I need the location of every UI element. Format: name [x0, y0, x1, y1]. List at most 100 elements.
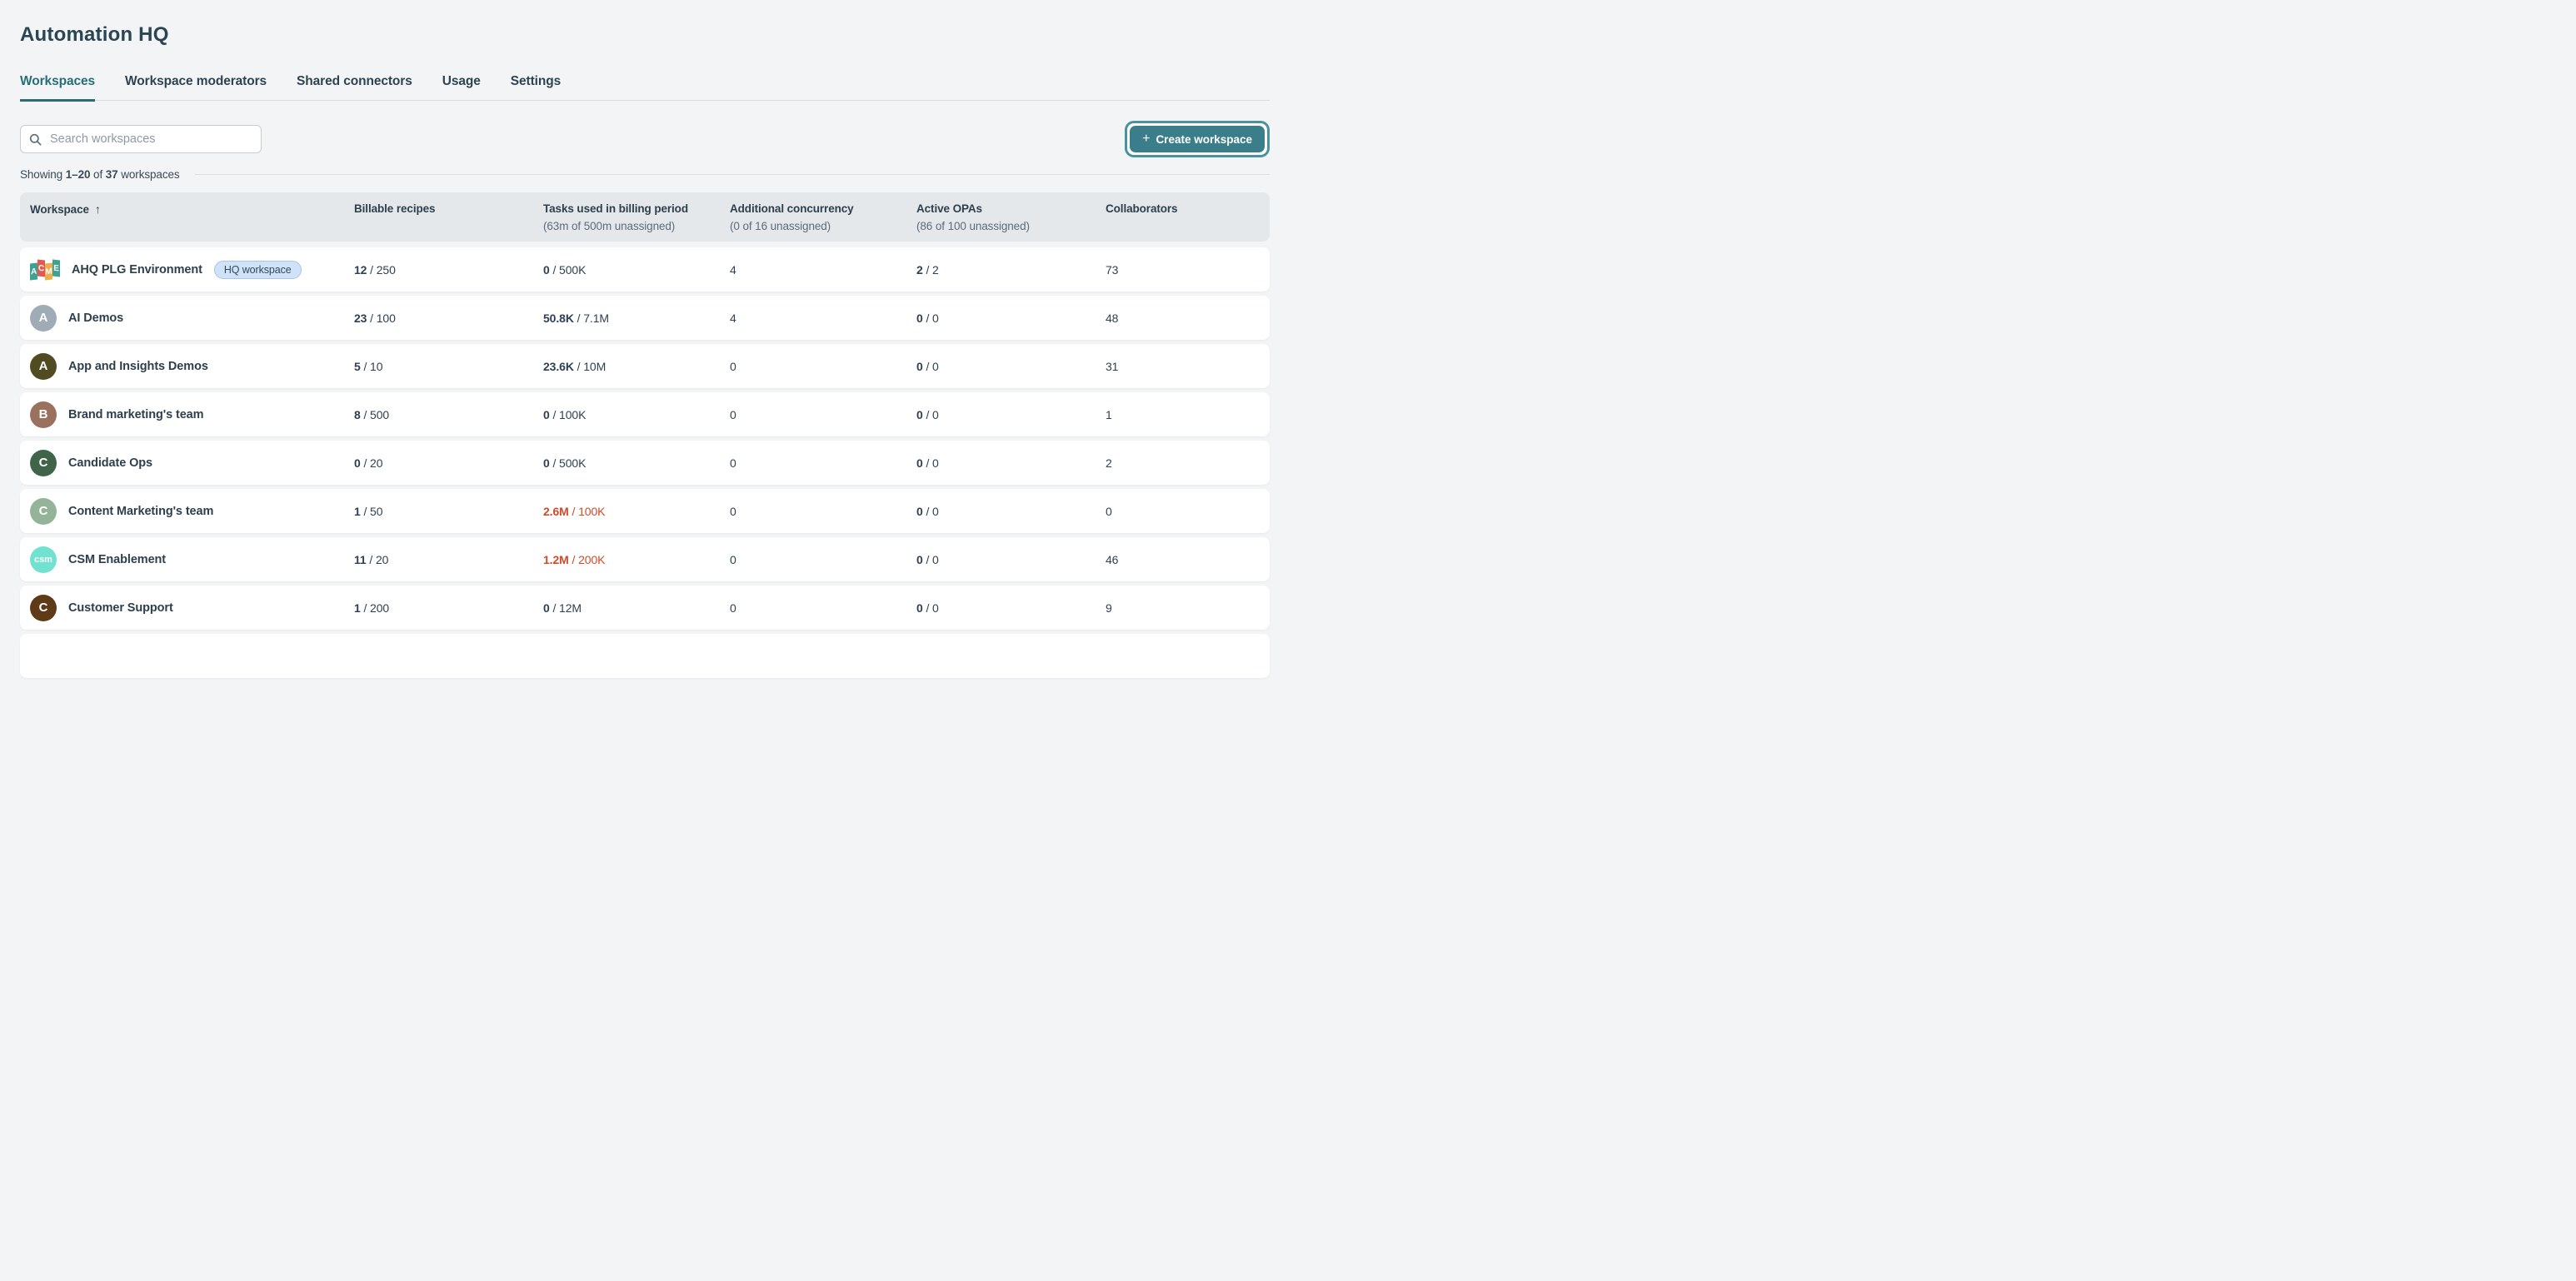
collaborators-cell: 1 [1106, 408, 1270, 421]
plus-icon: + [1142, 132, 1150, 146]
workspace-name[interactable]: Candidate Ops [68, 456, 152, 470]
table-row[interactable]: CCandidate Ops0 / 200 / 500K00 / 02 [20, 441, 1270, 485]
column-sublabel-concurrency: (0 of 16 unassigned) [730, 220, 916, 233]
workspace-cell: C Customer Support [30, 595, 354, 621]
collaborators-cell: 73 [1106, 263, 1270, 277]
column-label-concurrency: Additional concurrency [730, 202, 916, 216]
concurrency-cell: 4 [730, 263, 916, 277]
table-row[interactable]: BBrand marketing's team8 / 5000 / 100K00… [20, 392, 1270, 436]
tab-workspace-moderators[interactable]: Workspace moderators [125, 74, 267, 100]
create-workspace-button[interactable]: + Create workspace [1130, 126, 1265, 152]
table-row[interactable]: ACMEAHQ PLG EnvironmentHQ workspace12 / … [20, 247, 1270, 292]
tab-usage[interactable]: Usage [442, 74, 481, 100]
workspace-name[interactable]: AI Demos [68, 312, 123, 325]
column-header-billable[interactable]: Billable recipes [354, 202, 543, 216]
summary-total: 37 [106, 168, 118, 181]
concurrency-cell: 0 [730, 456, 916, 470]
tab-settings[interactable]: Settings [511, 74, 561, 100]
workspace-name[interactable]: Customer Support [68, 601, 173, 615]
workspace-avatar: csm [30, 546, 57, 573]
workspace-cell: AAI Demos [30, 305, 354, 331]
column-label-tasks: Tasks used in billing period [543, 202, 730, 216]
workspaces-table: Workspace↑Billable recipesTasks used in … [20, 192, 1270, 678]
workspace-avatar: A [30, 353, 57, 380]
column-header-workspace[interactable]: Workspace↑ [30, 202, 354, 217]
billable-recipes-cell: 1 / 50 [354, 505, 543, 518]
tasks-used-cell: 0 / 100K [543, 408, 730, 421]
tab-workspaces[interactable]: Workspaces [20, 74, 95, 100]
workspace-cell: A App and Insights Demos [30, 353, 354, 380]
workspace-cell: C Content Marketing's team [30, 498, 354, 525]
search-icon [29, 133, 42, 146]
table-row[interactable]: A App and Insights Demos 5 / 1023.6K / 10M… [20, 344, 1270, 388]
active-opas-cell: 0 / 0 [916, 408, 1106, 421]
column-label-opas: Active OPAs [916, 202, 1106, 216]
tasks-used-cell: 23.6K / 10M [543, 360, 730, 373]
workspace-logo-acme: ACME [30, 259, 60, 281]
summary-divider [195, 174, 1270, 175]
workspace-avatar: B [30, 401, 57, 428]
billable-recipes-cell: 11 / 20 [354, 553, 543, 566]
toolbar: + Create workspace [20, 121, 1270, 157]
active-opas-cell: 0 / 0 [916, 505, 1106, 518]
table-row[interactable]: C Content Marketing's team 1 / 502.6M / 10… [20, 489, 1270, 533]
page-title: Automation HQ [20, 23, 1270, 47]
workspace-cell: CCandidate Ops [30, 450, 354, 476]
summary-mid: of [90, 168, 105, 181]
tasks-used-cell: 1.2M / 200K [543, 553, 730, 566]
workspace-name[interactable]: Content Marketing's team [68, 505, 213, 518]
create-workspace-focus-ring: + Create workspace [1125, 121, 1270, 157]
concurrency-cell: 0 [730, 505, 916, 518]
concurrency-cell: 4 [730, 312, 916, 325]
search-input[interactable] [48, 132, 252, 147]
workspace-cell: ACMEAHQ PLG EnvironmentHQ workspace [30, 259, 354, 281]
column-header-concurrency[interactable]: Additional concurrency (0 of 16 unassigne… [730, 202, 916, 233]
summary-prefix: Showing [20, 168, 66, 181]
column-header-tasks[interactable]: Tasks used in billing period(63m of 500m… [543, 202, 730, 233]
table-body: ACMEAHQ PLG EnvironmentHQ workspace12 / … [20, 247, 1270, 678]
results-summary: Showing 1–20 of 37 workspaces [20, 168, 1270, 181]
concurrency-cell: 0 [730, 553, 916, 566]
table-header: Workspace↑Billable recipesTasks used in … [20, 192, 1270, 242]
column-header-collaborators[interactable]: Collaborators [1106, 202, 1270, 216]
column-header-opas[interactable]: Active OPAs (86 of 100 unassigned) [916, 202, 1106, 233]
automation-hq-page: Automation HQ Workspaces Workspace modera… [0, 23, 1288, 678]
tasks-used-cell: 0 / 500K [543, 263, 730, 277]
workspace-avatar: C [30, 498, 57, 525]
concurrency-cell: 0 [730, 601, 916, 615]
tasks-used-cell: 2.6M / 100K [543, 505, 730, 518]
table-row-partial[interactable] [20, 634, 1270, 678]
workspace-name[interactable]: Brand marketing's team [68, 408, 203, 421]
tabs: Workspaces Workspace moderators Shared con… [20, 74, 1270, 101]
summary-suffix: workspaces [118, 168, 180, 181]
workspace-avatar: C [30, 595, 57, 621]
billable-recipes-cell: 12 / 250 [354, 263, 543, 277]
search-box[interactable] [20, 125, 262, 153]
active-opas-cell: 0 / 0 [916, 360, 1106, 373]
table-row[interactable]: csm CSM Enablement 11 / 201.2M / 200K00 / … [20, 537, 1270, 581]
billable-recipes-cell: 5 / 10 [354, 360, 543, 373]
table-row[interactable]: AAI Demos23 / 10050.8K / 7.1M40 / 048 [20, 296, 1270, 340]
active-opas-cell: 2 / 2 [916, 263, 1106, 277]
tab-shared-connectors[interactable]: Shared connectors [297, 74, 412, 100]
sort-ascending-icon[interactable]: ↑ [95, 202, 101, 216]
tasks-used-cell: 0 / 500K [543, 456, 730, 470]
billable-recipes-cell: 23 / 100 [354, 312, 543, 325]
tasks-used-cell: 50.8K / 7.1M [543, 312, 730, 325]
collaborators-cell: 48 [1106, 312, 1270, 325]
workspace-name[interactable]: AHQ PLG Environment [72, 263, 202, 277]
collaborators-cell: 31 [1106, 360, 1270, 373]
table-row[interactable]: CCustomer Support1 / 2000 / 12M00 / 09 [20, 586, 1270, 630]
tasks-used-cell: 0 / 12M [543, 601, 730, 615]
collaborators-cell: 2 [1106, 456, 1270, 470]
workspace-cell: csm CSM Enablement [30, 546, 354, 573]
active-opas-cell: 0 / 0 [916, 456, 1106, 470]
workspace-name[interactable]: CSM Enablement [68, 553, 166, 566]
column-sublabel-opas: (86 of 100 unassigned) [916, 220, 1106, 233]
column-label-workspace: Workspace↑ [30, 202, 354, 217]
workspace-cell: B Brand marketing's team [30, 401, 354, 428]
workspace-name[interactable]: App and Insights Demos [68, 360, 208, 373]
active-opas-cell: 0 / 0 [916, 553, 1106, 566]
column-label-billable: Billable recipes [354, 202, 543, 216]
billable-recipes-cell: 8 / 500 [354, 408, 543, 421]
